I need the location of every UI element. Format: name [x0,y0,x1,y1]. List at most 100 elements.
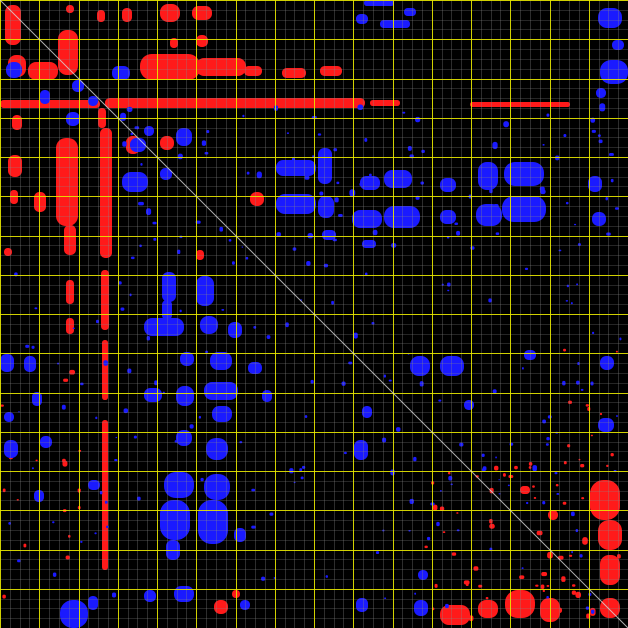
blue-speck [317,133,322,136]
blue-speck [495,232,500,236]
blue-speck [605,196,609,201]
blue-speck [383,374,386,378]
blue-speck [325,575,328,578]
red-region [66,5,74,13]
blue-region [262,390,272,402]
blue-region [600,356,614,370]
blue-region [598,418,614,432]
red-region [244,66,262,76]
red-region [64,225,76,255]
blue-speck [306,260,311,266]
blue-speck [454,222,459,225]
red-speck [616,554,621,559]
blue-region [162,300,172,320]
blue-speck [94,532,97,535]
blue-region [122,172,148,192]
red-speck [590,434,593,437]
blue-speck [328,159,332,164]
red-region [66,318,74,334]
blue-speck [591,129,596,133]
blue-region [600,60,628,84]
blue-speck [436,521,440,527]
red-region [0,100,100,108]
blue-speck [580,388,584,391]
blue-region [212,406,232,422]
red-speck [514,465,518,470]
blue-region [210,352,232,370]
red-speck [532,485,535,488]
blue-speck [261,576,266,581]
red-speck [606,495,612,500]
blue-speck [556,493,560,495]
blue-speck [524,267,529,270]
red-region [8,155,22,177]
blue-region [356,14,368,24]
contact-map-canvas[interactable] [0,0,628,628]
blue-speck [619,337,622,341]
red-region [520,486,530,494]
blue-region [88,596,98,610]
blue-region [404,8,416,16]
blue-speck [571,551,573,554]
blue-speck [545,443,549,446]
blue-speck [542,419,546,424]
blue-region [318,148,332,184]
red-speck [442,531,446,534]
blue-speck [278,197,283,201]
blue-speck [322,158,328,165]
blue-region [410,356,430,376]
red-speck [424,545,428,549]
blue-speck [300,476,304,480]
red-region [440,605,470,625]
blue-speck [409,498,414,504]
blue-speck [80,540,83,543]
blue-speck [25,344,30,348]
red-region [470,102,570,107]
blue-speck [130,256,135,260]
red-speck [575,591,582,599]
blue-speck [333,148,338,152]
blue-speck [418,574,421,577]
blue-speck [279,200,283,205]
blue-speck [289,468,294,474]
blue-speck [228,239,232,242]
blue-region [354,440,368,460]
contact-map-view[interactable] [0,0,628,628]
red-speck [463,580,470,585]
blue-speck [421,149,425,154]
blue-speck [152,221,157,225]
blue-region [180,352,194,366]
red-speck [451,552,457,556]
blue-speck [521,567,524,570]
red-region [66,280,74,304]
blue-region [204,474,230,500]
blue-speck [565,201,569,205]
red-speck [519,575,525,580]
red-region [28,62,58,80]
blue-region [130,138,146,152]
blue-speck [470,246,475,250]
red-speck [572,584,576,587]
blue-speck [286,132,290,135]
red-speck [502,473,506,477]
blue-speck [120,307,125,311]
red-region [160,136,174,150]
blue-region [234,528,246,542]
blue-speck [390,469,395,476]
red-speck [489,518,493,524]
blue-speck [343,451,347,455]
blue-region [380,20,410,28]
blue-speck [498,479,500,481]
blue-speck [52,572,57,577]
blue-speck [95,416,98,420]
blue-speck [138,201,144,206]
blue-speck [348,361,353,365]
blue-speck [481,453,485,458]
blue-region [200,316,218,334]
blue-speck [357,104,364,111]
red-speck [2,594,6,599]
blue-speck [251,525,256,529]
blue-speck [34,307,38,310]
red-region [214,600,228,614]
red-speck [555,484,559,487]
